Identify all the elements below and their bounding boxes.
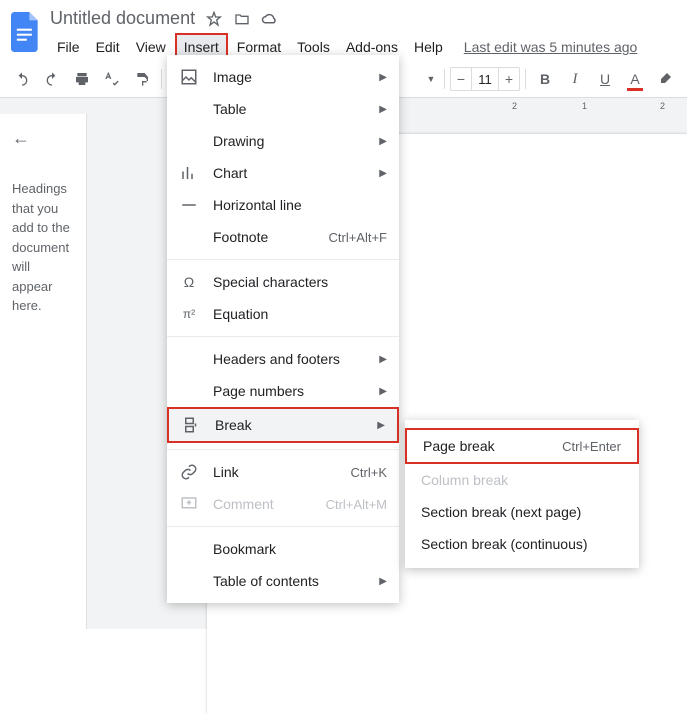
menu-file[interactable]: File xyxy=(50,35,87,59)
redo-button[interactable] xyxy=(38,65,66,93)
insert-dropdown: Image ▶ Table ▶ Drawing ▶ Chart ▶ Horizo… xyxy=(167,55,399,603)
menu-edit[interactable]: Edit xyxy=(89,35,127,59)
insert-comment: Comment Ctrl+Alt+M xyxy=(167,488,399,520)
insert-break[interactable]: Break ▶ xyxy=(167,407,399,443)
font-size-control: − 11 + xyxy=(450,67,520,91)
font-size-decrease[interactable]: − xyxy=(451,71,471,87)
outline-panel: ← Headings that you add to the document … xyxy=(0,114,87,629)
insert-headers-footers[interactable]: Headers and footers ▶ xyxy=(167,343,399,375)
chevron-right-icon: ▶ xyxy=(379,386,387,397)
italic-button[interactable]: I xyxy=(561,65,589,93)
chevron-right-icon: ▶ xyxy=(379,136,387,147)
insert-image[interactable]: Image ▶ xyxy=(167,61,399,93)
chevron-right-icon: ▶ xyxy=(379,104,387,115)
chevron-right-icon: ▶ xyxy=(379,354,387,365)
insert-special-chars[interactable]: Ω Special characters xyxy=(167,266,399,298)
chevron-right-icon: ▶ xyxy=(379,168,387,179)
insert-link[interactable]: Link Ctrl+K xyxy=(167,456,399,488)
spellcheck-button[interactable] xyxy=(98,65,126,93)
break-submenu: Page break Ctrl+Enter Column break Secti… xyxy=(405,420,639,568)
bold-button[interactable]: B xyxy=(531,65,559,93)
docs-logo-icon[interactable] xyxy=(8,8,44,56)
font-size-value[interactable]: 11 xyxy=(471,68,499,90)
pi-icon: π² xyxy=(179,304,199,324)
break-column-break: Column break xyxy=(405,464,639,496)
break-icon xyxy=(181,415,201,435)
undo-button[interactable] xyxy=(8,65,36,93)
print-button[interactable] xyxy=(68,65,96,93)
horizontal-line-icon xyxy=(179,195,199,215)
paint-format-button[interactable] xyxy=(128,65,156,93)
star-icon[interactable] xyxy=(205,10,223,28)
insert-equation[interactable]: π² Equation xyxy=(167,298,399,330)
outline-placeholder: Headings that you add to the document wi… xyxy=(12,179,74,316)
styles-dropdown[interactable]: ▼ xyxy=(421,65,439,93)
chevron-right-icon: ▶ xyxy=(379,576,387,587)
text-color-button[interactable]: A xyxy=(621,65,649,93)
font-size-increase[interactable]: + xyxy=(499,71,519,87)
document-title[interactable]: Untitled document xyxy=(50,8,195,29)
highlight-button[interactable] xyxy=(651,65,679,93)
break-section-continuous[interactable]: Section break (continuous) xyxy=(405,528,639,560)
move-folder-icon[interactable] xyxy=(233,10,251,28)
comment-icon xyxy=(179,494,199,514)
outline-back-icon[interactable]: ← xyxy=(12,128,74,149)
break-section-next-page[interactable]: Section break (next page) xyxy=(405,496,639,528)
image-icon xyxy=(179,67,199,87)
break-page-break[interactable]: Page break Ctrl+Enter xyxy=(405,428,639,464)
insert-bookmark[interactable]: Bookmark xyxy=(167,533,399,565)
insert-page-numbers[interactable]: Page numbers ▶ xyxy=(167,375,399,407)
underline-button[interactable]: U xyxy=(591,65,619,93)
chevron-right-icon: ▶ xyxy=(379,72,387,83)
insert-chart[interactable]: Chart ▶ xyxy=(167,157,399,189)
insert-horizontal-line[interactable]: Horizontal line xyxy=(167,189,399,221)
chevron-right-icon: ▶ xyxy=(377,420,385,431)
insert-toc[interactable]: Table of contents ▶ xyxy=(167,565,399,597)
insert-footnote[interactable]: Footnote Ctrl+Alt+F xyxy=(167,221,399,253)
insert-table[interactable]: Table ▶ xyxy=(167,93,399,125)
omega-icon: Ω xyxy=(179,272,199,292)
link-icon xyxy=(179,462,199,482)
header: Untitled document File Edit View Insert … xyxy=(0,0,687,61)
cloud-status-icon[interactable] xyxy=(261,10,279,28)
last-edit-link[interactable]: Last edit was 5 minutes ago xyxy=(464,39,638,55)
menu-help[interactable]: Help xyxy=(407,35,450,59)
insert-drawing[interactable]: Drawing ▶ xyxy=(167,125,399,157)
chart-icon xyxy=(179,163,199,183)
